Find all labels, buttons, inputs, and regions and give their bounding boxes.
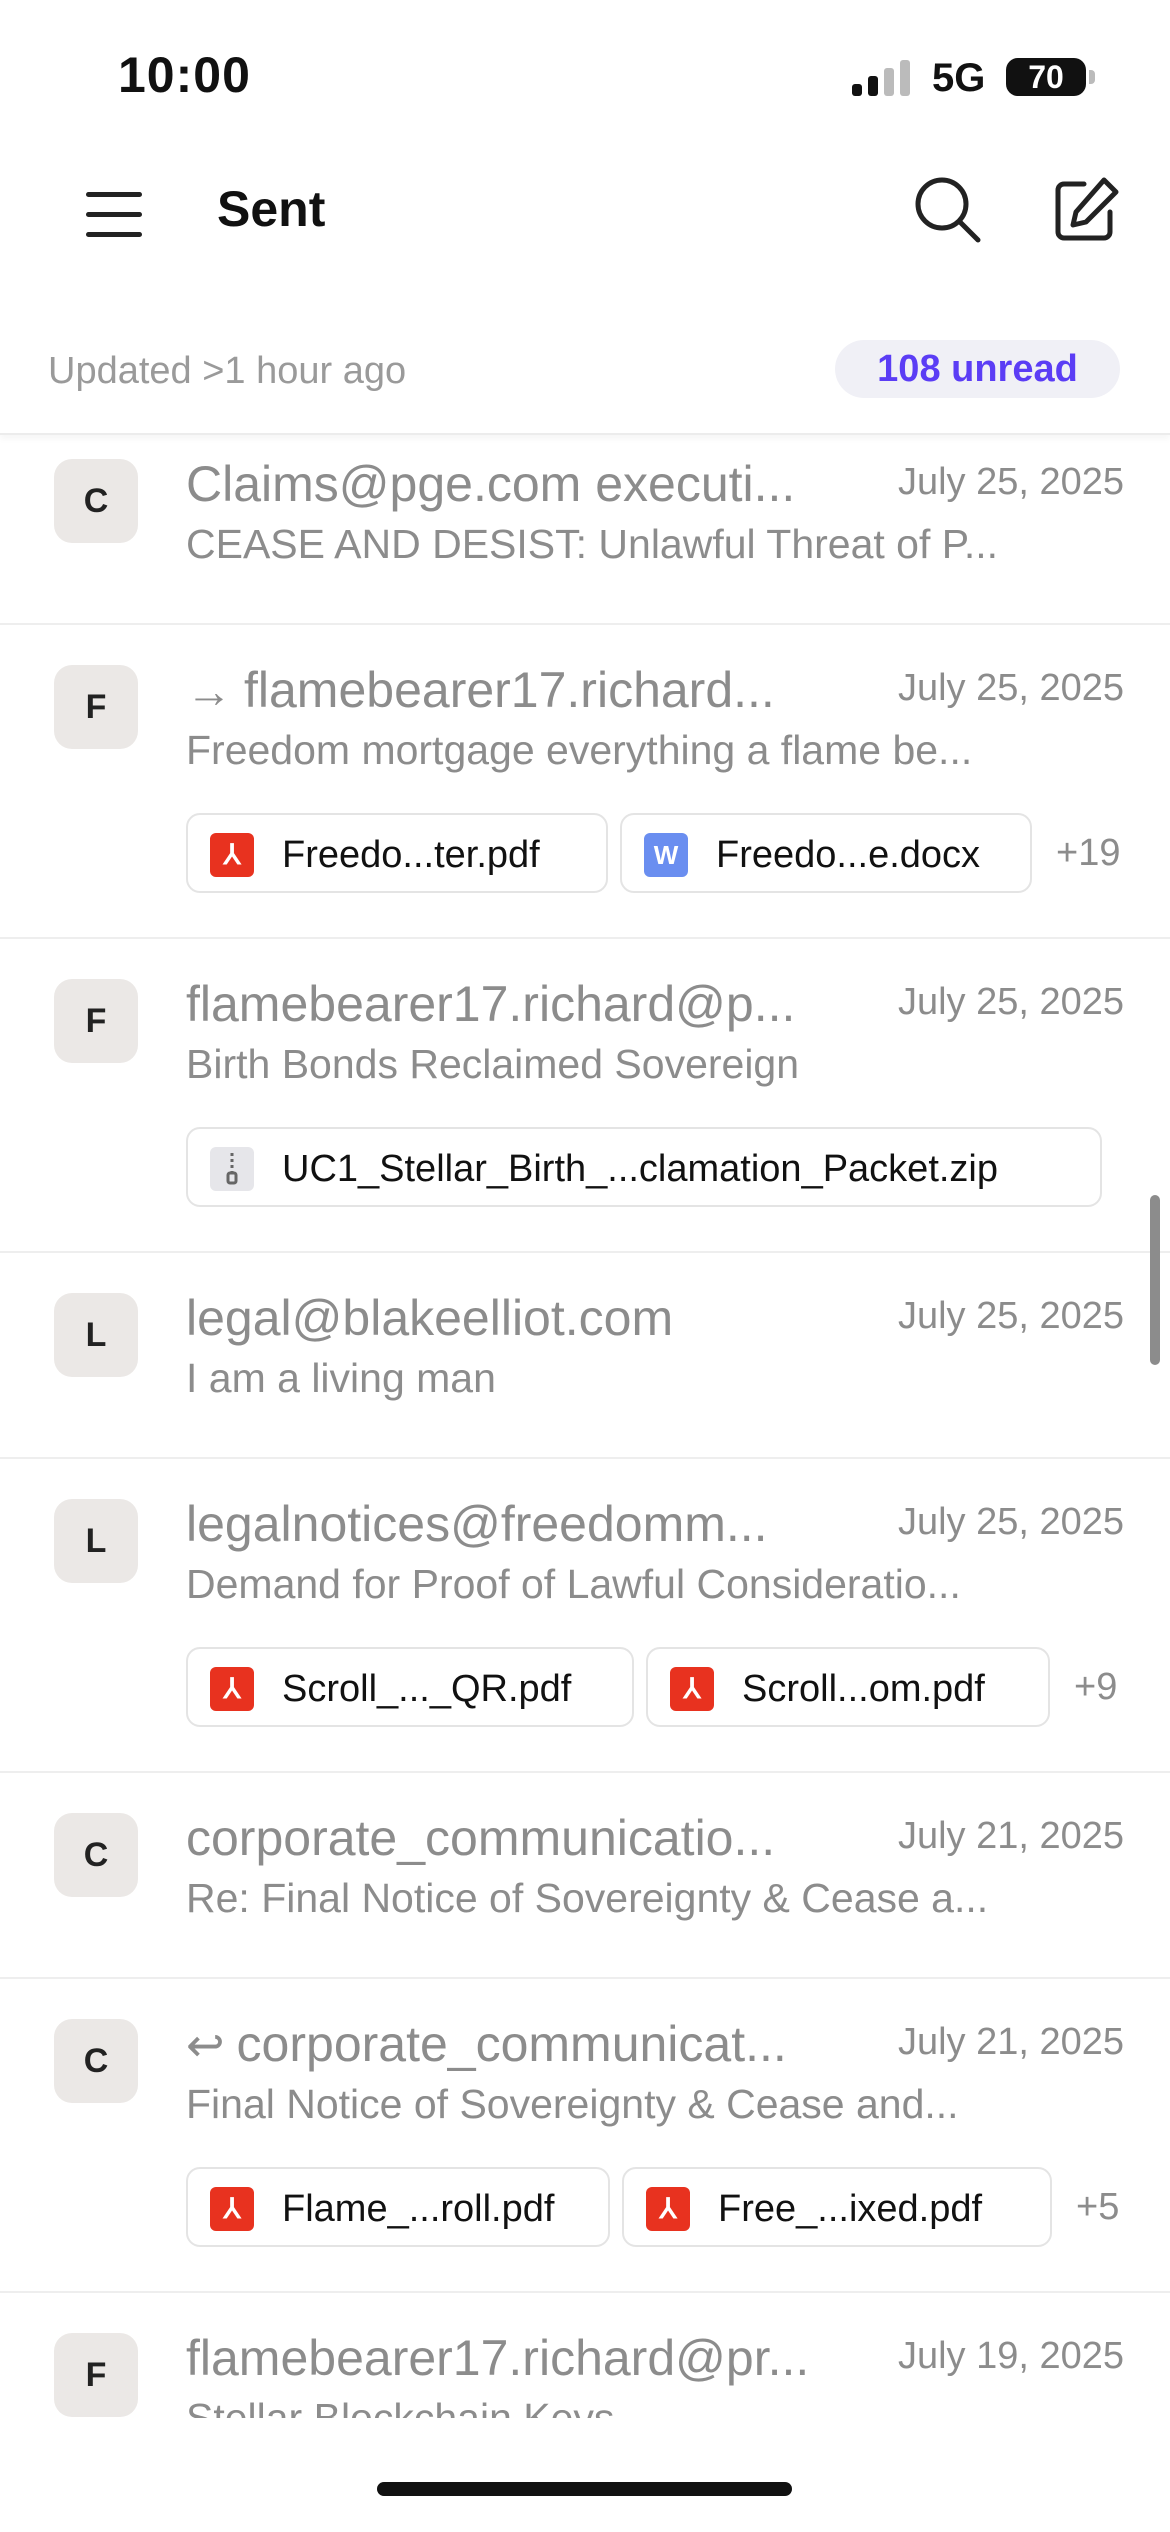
message-subject: Stellar Blockchain Keys (186, 2395, 615, 2418)
pdf-icon (210, 1667, 254, 1711)
message-date: July 21, 2025 (897, 2021, 1124, 2063)
compose-icon (1055, 177, 1119, 241)
message-row[interactable]: F flamebearer17.richard@pr... July 19, 2… (0, 2293, 1170, 2418)
pdf-icon (670, 1667, 714, 1711)
avatar: C (54, 1813, 138, 1897)
attachment-name: Free_...ixed.pdf (718, 2188, 983, 2230)
avatar: C (54, 2019, 138, 2103)
message-date: July 25, 2025 (897, 667, 1124, 709)
avatar: F (54, 665, 138, 749)
attachment-name: Flame_...roll.pdf (282, 2188, 555, 2230)
avatar: L (54, 1499, 138, 1583)
message-row[interactable]: C Claims@pge.com executi... July 25, 202… (0, 433, 1170, 625)
pdf-icon (210, 833, 254, 877)
message-subject: Re: Final Notice of Sovereignty & Cease … (186, 1875, 989, 1921)
compose-button[interactable] (1046, 170, 1126, 250)
message-row[interactable]: L legalnotices@freedomm... July 25, 2025… (0, 1459, 1170, 1773)
message-subject: Demand for Proof of Lawful Consideratio.… (186, 1561, 961, 1607)
updated-status: Updated >1 hour ago (48, 350, 407, 392)
forward-icon: → (186, 665, 232, 717)
network-type: 5G (932, 56, 986, 100)
page-title: Sent (217, 181, 326, 237)
message-date: July 19, 2025 (897, 2335, 1124, 2377)
message-row[interactable]: L legal@blakeelliot.com July 25, 2025 I … (0, 1253, 1170, 1459)
message-sender: Claims@pge.com executi... (186, 456, 796, 512)
message-row[interactable]: C ↩ corporate_communicat... July 21, 2025… (0, 1979, 1170, 2293)
attachment-chip[interactable]: Flame_...roll.pdf (186, 2167, 610, 2247)
message-subject: Final Notice of Sovereignty & Cease and.… (186, 2081, 959, 2127)
message-date: July 25, 2025 (897, 981, 1124, 1023)
attachment-chip[interactable]: Scroll...om.pdf (646, 1647, 1050, 1727)
attachment-name: Freedo...e.docx (716, 834, 981, 876)
message-list: C Claims@pge.com executi... July 25, 202… (0, 433, 1170, 2418)
more-attachments-count[interactable]: +5 (1076, 2186, 1119, 2229)
message-subject: CEASE AND DESIST: Unlawful Threat of P..… (186, 521, 998, 567)
zip-file-icon (210, 1147, 254, 1191)
message-sender-name: flamebearer17.richard... (244, 662, 775, 718)
signal-icon (852, 60, 916, 96)
message-subject: Birth Bonds Reclaimed Sovereign (186, 1041, 800, 1087)
message-sender-name: corporate_communicat... (236, 2016, 787, 2072)
message-sender: legalnotices@freedomm... (186, 1496, 768, 1552)
more-attachments-count[interactable]: +9 (1074, 1666, 1117, 1709)
message-sender: legal@blakeelliot.com (186, 1290, 674, 1346)
home-indicator[interactable] (377, 2482, 792, 2496)
attachment-chip[interactable]: W Freedo...e.docx (620, 813, 1032, 893)
attachment-chip[interactable]: UC1_Stellar_Birth_...clamation_Packet.zi… (186, 1127, 1102, 1207)
attachment-chip[interactable]: Scroll_..._QR.pdf (186, 1647, 634, 1727)
message-sender: corporate_communicatio... (186, 1810, 776, 1866)
pdf-icon (210, 2187, 254, 2231)
battery-icon: 70 (1006, 58, 1086, 96)
attachment-name: Scroll_..._QR.pdf (282, 1668, 572, 1710)
message-row[interactable]: F flamebearer17.richard@p... July 25, 20… (0, 939, 1170, 1253)
avatar: L (54, 1293, 138, 1377)
app-header: Sent (0, 150, 1170, 300)
message-date: July 21, 2025 (897, 1815, 1124, 1857)
avatar: C (54, 459, 138, 543)
message-row[interactable]: C corporate_communicatio... July 21, 202… (0, 1773, 1170, 1979)
scrollbar[interactable] (1150, 1195, 1160, 1365)
attachment-name: Freedo...ter.pdf (282, 834, 540, 876)
zipper-icon (226, 1153, 238, 1185)
attachment-chip[interactable]: Free_...ixed.pdf (622, 2167, 1052, 2247)
battery-nub (1089, 70, 1095, 84)
word-doc-icon: W (644, 833, 688, 877)
message-sender: ↩ corporate_communicat... (186, 2015, 856, 2073)
attachment-name: UC1_Stellar_Birth_...clamation_Packet.zi… (282, 1148, 999, 1190)
message-sender: flamebearer17.richard@p... (186, 976, 796, 1032)
message-date: July 25, 2025 (897, 1501, 1124, 1543)
message-subject: I am a living man (186, 1355, 496, 1401)
status-bar: 10:00 5G 70 (0, 0, 1170, 150)
menu-button[interactable] (80, 180, 150, 250)
status-time: 10:00 (118, 47, 251, 103)
message-sender: flamebearer17.richard@pr... (186, 2330, 810, 2386)
message-row[interactable]: F → flamebearer17.richard... July 25, 202… (0, 625, 1170, 939)
message-subject: Freedom mortgage everything a flame be..… (186, 727, 973, 773)
message-date: July 25, 2025 (897, 461, 1124, 503)
more-attachments-count[interactable]: +19 (1056, 832, 1120, 875)
search-icon (915, 177, 981, 243)
message-sender: → flamebearer17.richard... (186, 661, 856, 719)
message-date: July 25, 2025 (897, 1295, 1124, 1337)
avatar: F (54, 2333, 138, 2417)
avatar: F (54, 979, 138, 1063)
pdf-icon (646, 2187, 690, 2231)
attachment-chip[interactable]: Freedo...ter.pdf (186, 813, 608, 893)
unread-badge[interactable]: 108 unread (835, 340, 1120, 398)
sync-bar: Updated >1 hour ago 108 unread (0, 300, 1170, 435)
reply-icon: ↩ (186, 2019, 225, 2071)
attachment-name: Scroll...om.pdf (742, 1668, 985, 1710)
search-button[interactable] (908, 170, 988, 250)
